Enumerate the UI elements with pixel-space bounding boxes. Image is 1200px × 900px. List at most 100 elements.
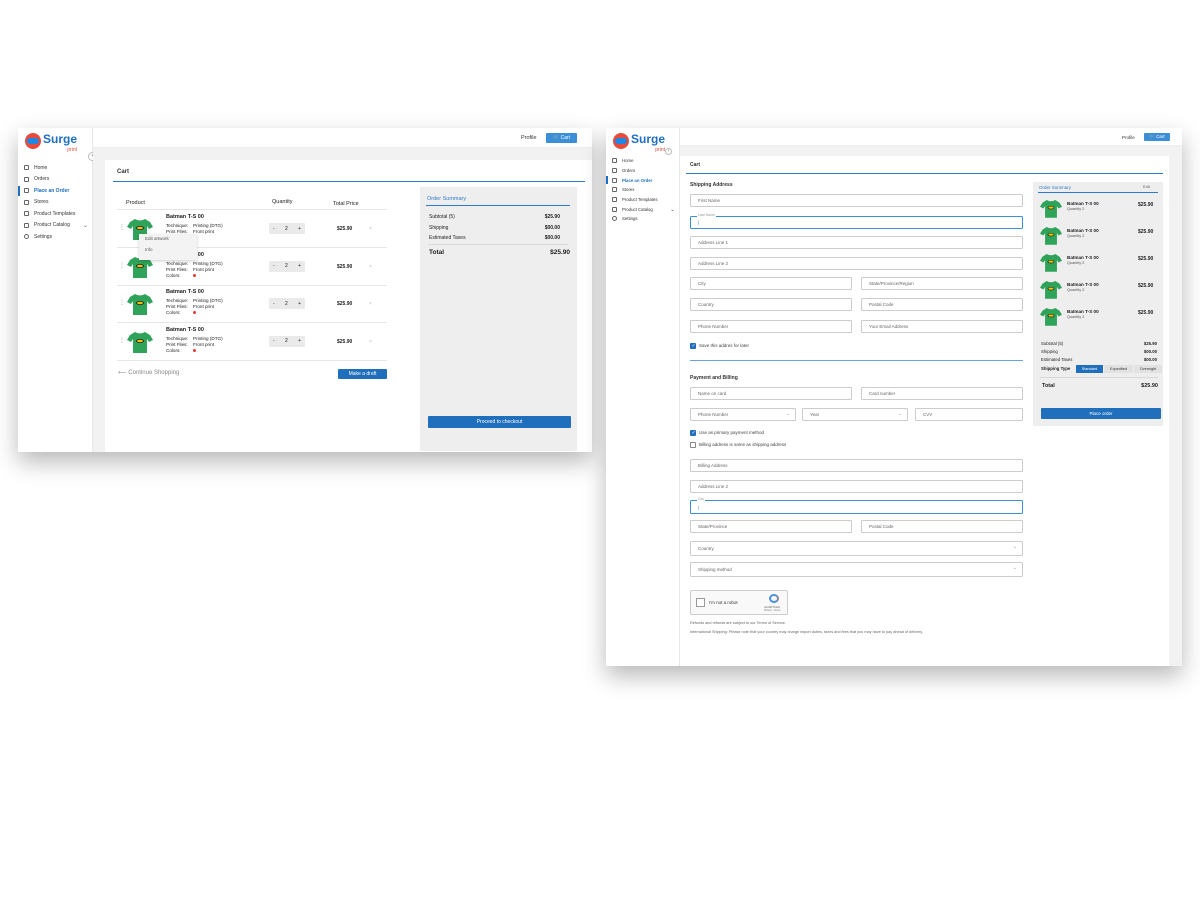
cart-button[interactable]: 🛒 Cart xyxy=(1144,133,1170,141)
order-summary-panel: Order Summary Subtotal (5) $25.90 Shippin… xyxy=(420,187,577,451)
decrement-button[interactable]: - xyxy=(273,338,275,344)
year-select[interactable]: Year ⌄ xyxy=(802,408,908,421)
country-field[interactable]: Country xyxy=(690,298,852,311)
kebab-menu-icon[interactable]: ⋮ xyxy=(119,224,125,231)
increment-button[interactable]: + xyxy=(298,226,301,232)
recaptcha-links[interactable]: Privacy - Terms xyxy=(764,609,780,612)
shipping-method-select[interactable]: Shipping method ⌄ xyxy=(690,562,1023,577)
decrement-button[interactable]: - xyxy=(273,301,275,307)
sidebar-item-orders[interactable]: Orders xyxy=(606,166,679,176)
kebab-menu-icon[interactable]: ⋮ xyxy=(119,299,125,306)
tshirt-thumbnail xyxy=(1040,225,1062,246)
sidebar-item-home[interactable]: Home xyxy=(606,156,679,166)
increment-button[interactable]: + xyxy=(298,301,301,307)
logo[interactable]: Surge print xyxy=(613,132,665,152)
summary-item-row: Batman T-S 00 Quantity 2 $25.90 xyxy=(1039,277,1159,303)
catalog-icon xyxy=(612,206,617,212)
summary-item-name: Batman T-S 00 xyxy=(1067,228,1099,233)
quantity-stepper[interactable]: -2 + xyxy=(269,298,305,309)
address-line-2-field[interactable]: Address Line 2 xyxy=(690,257,1023,270)
logo[interactable]: Surge print xyxy=(25,132,77,152)
remove-item-icon[interactable]: × xyxy=(369,226,372,232)
billing-same-checkbox[interactable] xyxy=(690,442,696,448)
place-order-button[interactable]: Place order xyxy=(1041,408,1161,419)
card-number-field[interactable]: Card number xyxy=(861,387,1023,400)
shipping-line: Shipping $00.00 xyxy=(1041,349,1157,354)
address-line-1-field[interactable]: Address Line 1 xyxy=(690,236,1023,249)
make-draft-button[interactable]: Make a draft xyxy=(338,369,387,379)
shipping-type-overnight[interactable]: Overnight xyxy=(1134,365,1162,373)
item-total-price: $25.90 xyxy=(337,338,353,345)
sidebar-item-product-catalog[interactable]: Product Catalog ⌄ xyxy=(606,204,679,214)
phone-number-select[interactable]: Phone Number ⌄ xyxy=(690,408,796,421)
postal-code-field[interactable]: Postal Code xyxy=(861,298,1023,311)
profile-link[interactable]: Profile xyxy=(521,135,537,141)
summary-item-name: Batman T-S 00 xyxy=(1067,309,1099,314)
sidebar-item-product-templates[interactable]: Product Templates xyxy=(606,195,679,205)
sidebar-item-product-catalog[interactable]: Product Catalog ⌄ xyxy=(18,220,92,232)
kebab-menu-icon[interactable]: ⋮ xyxy=(119,337,125,344)
billing-postal-field[interactable]: Postal Code xyxy=(861,520,1023,533)
arrow-left-icon: ⟵ xyxy=(118,370,127,376)
item-total-price: $25.90 xyxy=(337,301,353,307)
quantity-stepper[interactable]: -2 + xyxy=(269,260,305,272)
save-address-checkbox[interactable] xyxy=(690,343,696,349)
stores-icon xyxy=(24,199,29,205)
proceed-to-checkout-button[interactable]: Proceed to checkout xyxy=(428,416,571,428)
collapse-sidebar-button[interactable]: ‹ xyxy=(665,148,672,155)
tshirt-thumbnail xyxy=(1040,306,1062,327)
info-menu-item[interactable]: Info xyxy=(139,245,197,256)
page-title: Cart xyxy=(117,169,130,175)
last-name-field[interactable]: | xyxy=(690,216,1023,229)
edit-summary-link[interactable]: Edit xyxy=(1143,184,1150,189)
sidebar-item-settings[interactable]: Settings xyxy=(18,231,92,243)
remove-item-icon[interactable]: × xyxy=(369,264,372,270)
continue-shopping-link[interactable]: ⟵ Continue Shopping xyxy=(118,369,179,376)
billing-address-line-2-field[interactable]: Address Line 2 xyxy=(690,480,1023,493)
primary-payment-checkbox[interactable] xyxy=(690,430,696,436)
total-divider xyxy=(1040,377,1158,378)
phone-field[interactable]: Phone Number xyxy=(690,320,852,333)
sidebar-item-home[interactable]: Home xyxy=(18,162,92,174)
cart-button[interactable]: 🛒 Cart xyxy=(546,133,577,143)
increment-button[interactable]: + xyxy=(298,338,301,344)
kebab-menu-icon[interactable]: ⋮ xyxy=(119,262,125,269)
sidebar-item-place-order[interactable]: Place an Order xyxy=(606,175,679,185)
quantity-stepper[interactable]: -2 + xyxy=(269,335,305,347)
billing-address-field[interactable]: Billing Address xyxy=(690,459,1023,472)
remove-item-icon[interactable]: × xyxy=(369,339,372,345)
billing-country-select[interactable]: Country ⌄ xyxy=(690,541,1023,556)
increment-button[interactable]: + xyxy=(298,263,301,269)
billing-state-field[interactable]: State/Province xyxy=(690,520,852,533)
remove-item-icon[interactable]: × xyxy=(369,301,372,307)
decrement-button[interactable]: - xyxy=(273,226,275,232)
sidebar-item-stores[interactable]: Stores xyxy=(18,197,92,209)
first-name-field[interactable]: First Name xyxy=(690,194,1023,207)
name-on-card-field[interactable]: Name on card xyxy=(690,387,852,400)
taxes-line: Estimated Taxes $00.00 xyxy=(429,235,560,241)
cart-item-row: ⋮ Batman T-S 00 Technique:Printing (DTG)Pr… xyxy=(117,286,387,323)
city-field[interactable]: City xyxy=(690,277,852,290)
sidebar-item-settings[interactable]: Settings xyxy=(606,214,679,224)
decrement-button[interactable]: - xyxy=(273,263,275,269)
cvv-field[interactable]: CVV xyxy=(915,408,1023,421)
edit-artwork-menu-item[interactable]: Edit artwork xyxy=(139,234,197,245)
sidebar-item-place-order[interactable]: Place an Order xyxy=(18,185,92,197)
sidebar-item-product-templates[interactable]: Product Templates xyxy=(18,208,92,220)
state-field[interactable]: State/Province/Region xyxy=(861,277,1023,290)
sidebar-item-orders[interactable]: Orders xyxy=(18,174,92,186)
sidebar-item-stores[interactable]: Stores xyxy=(606,185,679,195)
chevron-down-icon: ⌄ xyxy=(1012,544,1017,550)
billing-city-field[interactable]: | xyxy=(690,500,1023,514)
profile-link[interactable]: Profile xyxy=(1122,135,1135,140)
email-field[interactable]: Your Email Address xyxy=(861,320,1023,333)
main-area: Cart Product Quantity Total Price ⋮ Batma… xyxy=(93,148,592,452)
summary-item-price: $25.90 xyxy=(1138,310,1154,316)
quantity-stepper[interactable]: -2 + xyxy=(269,223,305,234)
shipping-type-expedited[interactable]: Expedited xyxy=(1104,365,1133,373)
order-summary-panel: Order Summary Edit Batman T-S 00 Quantity… xyxy=(1033,182,1163,426)
save-address-label: Save this addres for later xyxy=(699,343,750,348)
recaptcha-checkbox[interactable] xyxy=(696,598,705,607)
tshirt-thumbnail xyxy=(127,292,153,316)
shipping-type-standard[interactable]: Standard xyxy=(1076,365,1103,373)
